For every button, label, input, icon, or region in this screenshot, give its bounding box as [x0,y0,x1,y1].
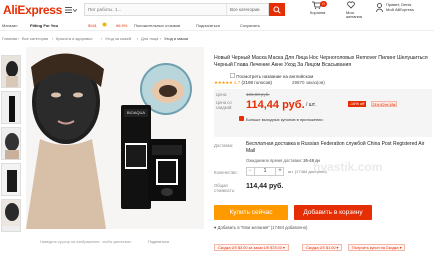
followers-count: 5041 [88,23,97,28]
wishlist-link[interactable]: Мои желания [337,1,367,19]
cart-label: Корзина [310,10,326,15]
shipping-label: Доставка: [214,143,234,148]
thumbnail[interactable] [1,91,21,124]
rating-stars: ★★★★★ [214,80,233,85]
cart-count-badge: 0 [320,1,327,7]
breadcrumb-separator: › [52,36,54,41]
breadcrumb-item[interactable]: Главная [2,36,17,41]
user-account-link[interactable]: Привет, Denis Мой AliExpress [374,1,434,19]
search-category-select[interactable]: Все категории [226,4,266,15]
store-label: Магазин [2,23,18,28]
main-product-image[interactable]: BIOAQUA [26,47,204,229]
add-to-wishlist-link[interactable]: ♥ Добавить в "Мои желания" (17484 добавл… [214,225,307,230]
coupon-item[interactable]: Скидка US $1.00 ▾ [302,244,343,251]
svg-text:BIOAQUA: BIOAQUA [127,110,146,115]
old-price-label: Цена: [216,92,228,97]
coupon-item[interactable]: Получить купон на Скидка ▾ [348,244,406,251]
breadcrumb: Главная › Все категории › Красота и здор… [0,36,434,44]
thumbnail[interactable] [1,127,21,160]
thumbnail-list [0,55,22,232]
aliexpress-logo[interactable]: AliExpress [3,3,62,17]
subscribe-button[interactable]: Подписаться [196,23,220,28]
total-label: Общая стоимость: [214,183,235,193]
breadcrumb-item[interactable]: Для лица [141,36,158,41]
quantity-available: шт. (17484 доступно) [288,169,327,174]
price-unit: / шт. [306,102,316,108]
delivery-time: Ожидаемое время доставки: 26-48 дн [246,158,320,163]
add-to-cart-button[interactable]: Добавить в корзину [294,205,372,220]
quantity-input[interactable]: 1 [255,167,275,176]
quantity-decrease-button[interactable]: − [246,167,255,176]
search-button[interactable] [269,3,285,16]
feedback-label: Положительных отзывов [134,23,181,28]
breadcrumb-separator: › [18,36,20,41]
discount-price-label: Цена со скидкой: [216,100,233,110]
old-price: 136,98 руб. [246,92,270,97]
thumbnail[interactable] [1,163,21,196]
categories-menu-button[interactable] [65,6,79,14]
wishlist-label-2: желания [346,14,362,19]
coupon-item[interactable]: Скидка US $3.00 за заказ US $78.00 ▾ [214,244,289,251]
heart-icon [347,1,355,9]
thumbnail[interactable] [1,199,21,232]
store-bar: Магазин Fitting For You 5041 96.9% Полож… [0,22,434,31]
total-label-line2: стоимость: [214,188,236,193]
store-rating: 96.9% [116,23,128,28]
quantity-increase-button[interactable]: + [275,167,284,176]
breadcrumb-item[interactable]: Уход за кожей [105,36,131,41]
app-coupon-link[interactable]: Больше выгодных купонов в приложении [246,117,323,122]
search-icon [273,5,281,14]
top-header: AliExpress Пит работы. 1... Все категори… [0,0,434,22]
user-icon [376,3,383,12]
shipping-method[interactable]: Бесплатная доставка в Russian Federation… [246,141,432,154]
rating-value: 4.7 [233,80,241,85]
delivery-time-label: Ожидаемое время доставки: [246,158,303,163]
current-price: 114,44 руб. [246,99,305,111]
chevron-down-icon [73,8,77,12]
thumbnail[interactable] [1,55,21,88]
product-rating[interactable]: ★★★★★ 4.7 (2198 голосов) 29870 заказ(ов) [214,80,325,86]
breadcrumb-separator: › [137,36,139,41]
orders-count: 29870 заказ(ов) [292,80,325,85]
breadcrumb-separator: › [101,36,103,41]
app-coupon-icon [239,116,244,121]
discount-badge: -16% off [348,101,366,107]
cart-link[interactable]: 0 Корзина [300,1,330,19]
price-box: Цена: 136,98 руб. Цена со скидкой: 114,4… [214,89,432,137]
store-name-link[interactable]: Fitting For You [30,23,58,28]
view-english-title-link[interactable]: Посмотреть название на английском [230,73,313,79]
view-english-label: Посмотреть название на английском [236,74,314,79]
breadcrumb-item[interactable]: Красота и здоровье [56,36,93,41]
buy-now-button[interactable]: Купить сейчас [214,205,288,220]
my-aliexpress-link[interactable]: Мой AliExpress [386,7,414,12]
medal-icon [102,22,107,28]
breadcrumb-item[interactable]: Уход и маски [164,36,188,41]
breadcrumb-item[interactable]: Все категории [22,36,48,41]
countdown-timer: 21h:42m:18s [371,101,397,107]
quantity-label: Количество: [214,170,238,175]
hamburger-icon [65,7,72,13]
rating-reviews: (2198 голосов) [241,80,273,85]
total-price: 114,44 руб. [246,183,284,190]
share-link[interactable]: Поделиться [148,240,169,244]
breadcrumb-separator: › [160,36,162,41]
zoom-hint: Наведите курсор на изображение, чтобы ув… [40,240,132,244]
product-title: Новый Черный Маска Маска Для Лица Нос Че… [214,55,428,68]
save-store-button[interactable]: Сохранить [240,23,260,28]
coupon-list: Скидка US $3.00 за заказ US $78.00 ▾ Ски… [214,244,434,252]
